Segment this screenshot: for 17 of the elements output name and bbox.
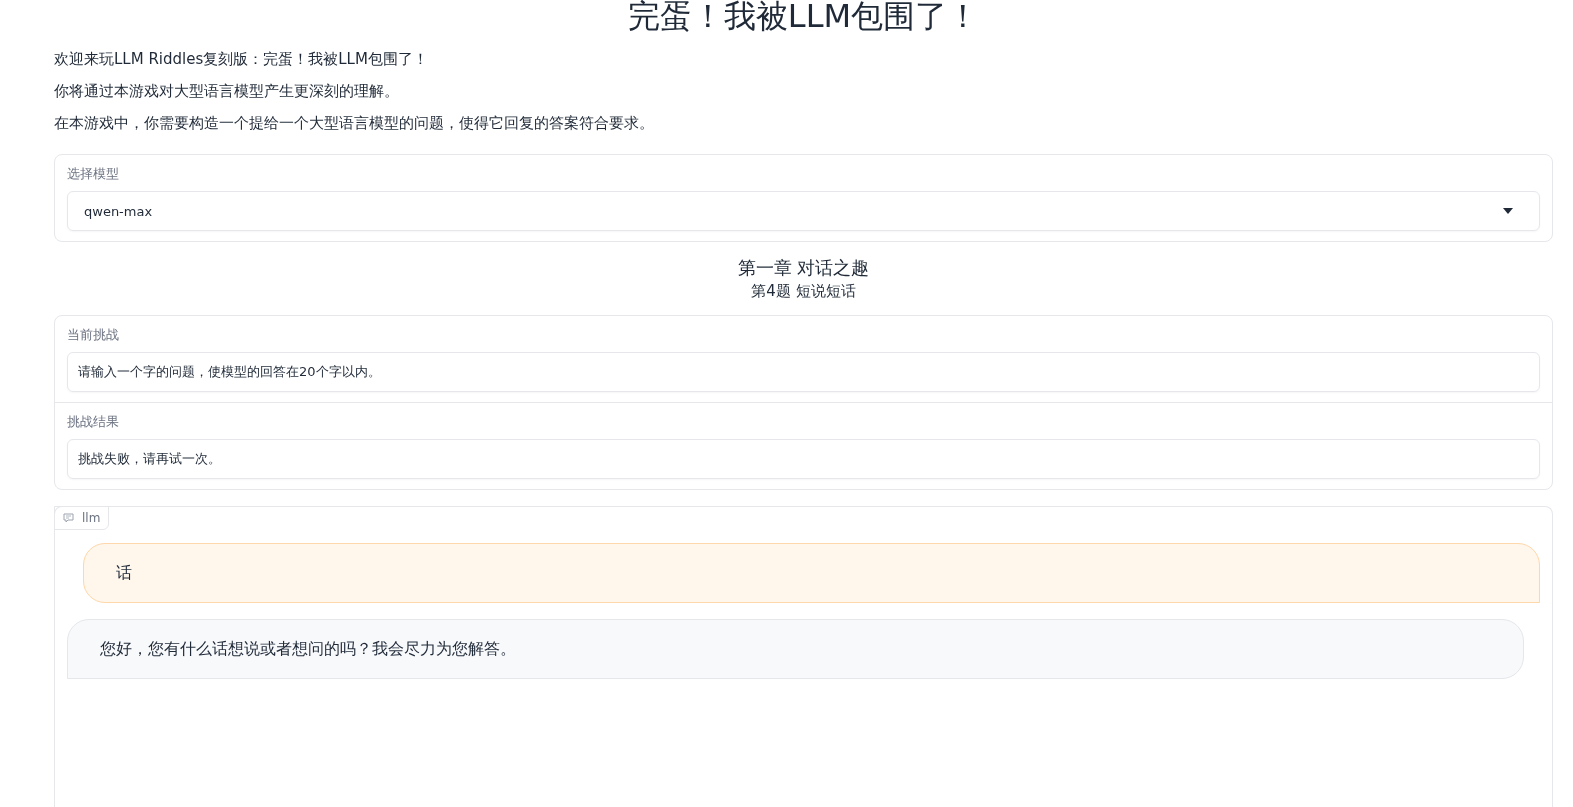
caret-icon — [1503, 208, 1513, 214]
intro-text: 你将通过本游戏对大型语言模型产生更深刻的理解。 — [54, 81, 399, 102]
field-label: 当前挑战 — [67, 326, 119, 344]
intro-text: 欢迎来玩LLM Riddles复刻版：完蛋！我被LLM包围了！ — [54, 49, 428, 70]
result-textbox[interactable]: 挑战失败，请再试一次。 — [67, 439, 1540, 479]
intro-text: 在本游戏中，你需要构造一个提给一个大型语言模型的问题，使得它回复的答案符合要求。 — [54, 113, 654, 134]
field-label: 选择模型 — [67, 165, 119, 183]
chat-icon — [63, 513, 74, 523]
user-message: 话 — [83, 543, 1540, 603]
challenge-textbox[interactable]: 请输入一个字的问题，使模型的回答在20个字以内。 — [67, 352, 1540, 392]
bot-message: 您好，您有什么话想说或者想问的吗？我会尽力为您解答。 — [67, 619, 1524, 679]
question-title: 第4题 短说短话 — [751, 282, 856, 301]
page-title: 完蛋！我被LLM包围了！ — [626, 0, 981, 37]
model-dropdown[interactable]: qwen-max — [67, 191, 1540, 231]
field-label: 挑战结果 — [67, 413, 119, 431]
chatbot-name: llm — [82, 511, 101, 525]
chapter-title: 第一章 对话之趣 — [737, 256, 870, 280]
